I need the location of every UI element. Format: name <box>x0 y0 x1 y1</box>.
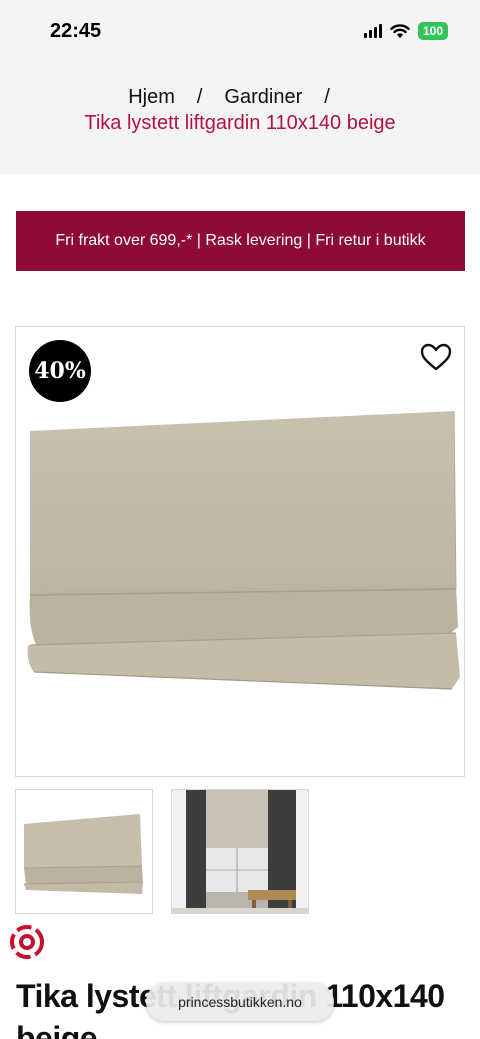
curtain-image <box>27 410 460 690</box>
browser-url-bar[interactable]: princessbutikken.no <box>146 983 334 1021</box>
promo-banner: Fri frakt over 699,-* | Rask levering | … <box>16 211 465 271</box>
thumbnail-room-image <box>172 790 308 913</box>
breadcrumb-separator: / <box>324 86 330 108</box>
breadcrumb-gardiner-link[interactable]: Gardiner <box>224 86 302 108</box>
status-bar: 22:45 100 <box>0 0 480 64</box>
breadcrumb-separator: / <box>196 86 203 108</box>
breadcrumb-current: Tika lystett liftgardin 110x140 beige <box>84 112 396 134</box>
wifi-icon <box>390 23 410 38</box>
breadcrumb: Hjem / Gardiner / Tika lystett liftgardin 1… <box>0 64 480 174</box>
discount-badge: 40% <box>29 340 91 402</box>
breadcrumb-row: Hjem / Gardiner / <box>0 86 480 109</box>
url-text: princessbutikken.no <box>178 994 302 1010</box>
heart-icon[interactable] <box>419 342 453 372</box>
breadcrumb-home-link[interactable]: Hjem <box>128 86 175 108</box>
promo-text: Fri frakt over 699,-* | Rask levering | … <box>55 232 426 249</box>
status-icons: 100 <box>363 22 448 40</box>
brand-logo-icon <box>10 925 44 959</box>
status-time: 22:45 <box>50 20 102 42</box>
product-main-image[interactable]: 40% <box>15 326 465 777</box>
thumbnail-1[interactable] <box>15 789 153 914</box>
thumbnail-2[interactable] <box>171 789 309 914</box>
battery-icon: 100 <box>417 22 448 40</box>
signal-icon <box>363 24 382 38</box>
thumbnail-curtain-image <box>23 814 144 894</box>
